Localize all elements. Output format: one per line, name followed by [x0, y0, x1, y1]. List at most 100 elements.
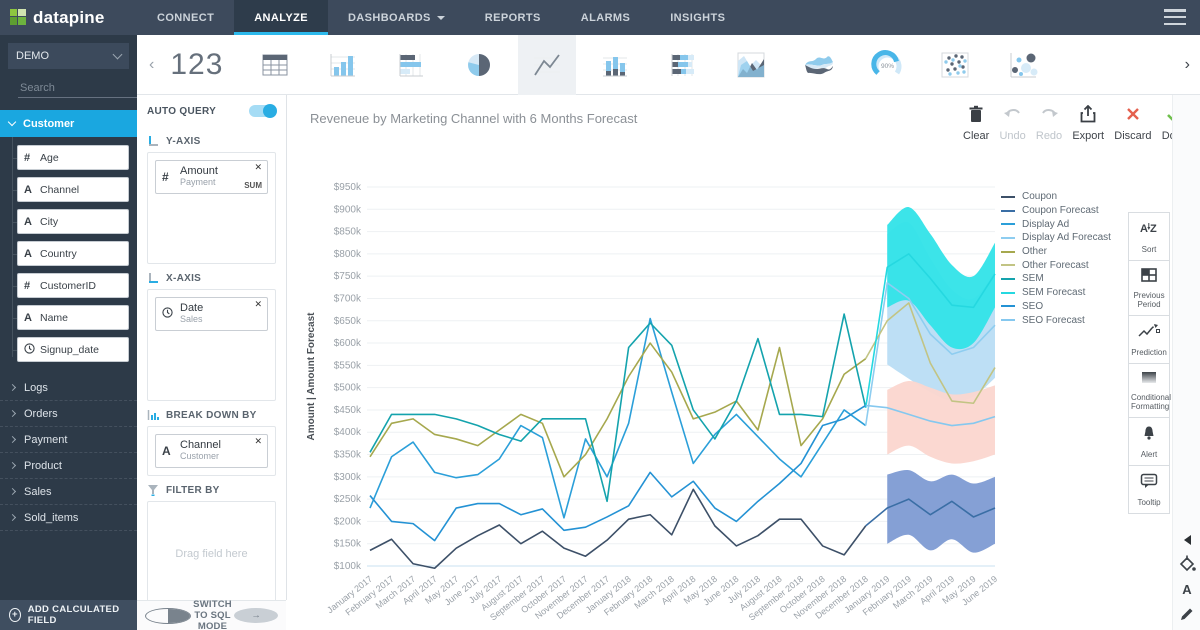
sidebar-item-customer[interactable]: Customer — [0, 110, 137, 137]
undo-button[interactable]: Undo — [999, 105, 1025, 142]
scatter-plot-icon — [938, 48, 972, 82]
y-tick-label: $650k — [334, 316, 362, 327]
field-chip-signup_date[interactable]: Signup_date — [17, 337, 129, 362]
prediction-tool[interactable]: Prediction — [1128, 316, 1170, 364]
aggregation-badge[interactable]: SUM — [244, 181, 262, 190]
legend-item-other[interactable]: Other — [1001, 245, 1111, 259]
clear-button[interactable]: Clear — [963, 105, 989, 142]
collapse-left-icon[interactable] — [1184, 535, 1191, 545]
legend-item-sem-forecast[interactable]: SEM Forecast — [1001, 286, 1111, 300]
chart-type-stacked-bar[interactable] — [654, 35, 712, 95]
field-chip-name[interactable]: AName — [17, 305, 129, 330]
remove-chip-icon[interactable]: ✕ — [254, 163, 262, 172]
conditional-formatting-icon — [1141, 371, 1157, 388]
chart-type-column[interactable] — [314, 35, 372, 95]
chart-type-line[interactable] — [518, 35, 576, 95]
y-tick-label: $850k — [334, 227, 362, 238]
text-field-icon: A — [24, 312, 40, 324]
caret-down-icon — [437, 16, 445, 20]
text-field-icon: A — [24, 216, 40, 228]
nav-item-alarms[interactable]: ALARMS — [561, 0, 650, 35]
y-tick-label: $950k — [334, 182, 362, 193]
field-chip-city[interactable]: ACity — [17, 209, 129, 234]
chart-type-bar[interactable] — [382, 35, 440, 95]
chart-type-area[interactable] — [722, 35, 780, 95]
legend-item-display-ad-forecast[interactable]: Display Ad Forecast — [1001, 231, 1111, 245]
auto-query-toggle[interactable] — [249, 105, 276, 117]
field-chip-country[interactable]: ACountry — [17, 241, 129, 266]
x-axis-field-chip[interactable]: Date Sales ✕ — [155, 297, 268, 331]
export-button[interactable]: Export — [1072, 105, 1104, 142]
x-axis-dropzone[interactable]: Date Sales ✕ — [147, 289, 276, 401]
field-chip-age[interactable]: #Age — [17, 145, 129, 170]
text-field-icon: A — [162, 444, 180, 458]
sort-tool[interactable]: AZSort — [1128, 212, 1170, 261]
datasource-select[interactable]: DEMO — [8, 43, 129, 69]
y-axis-field-chip[interactable]: # Amount Payment ✕ SUM — [155, 160, 268, 194]
legend-item-coupon-forecast[interactable]: Coupon Forecast — [1001, 204, 1111, 218]
chart-type-table[interactable] — [246, 35, 304, 95]
remove-chip-icon[interactable]: ✕ — [254, 437, 262, 446]
brand[interactable]: datapine — [0, 0, 137, 35]
nav-item-reports[interactable]: REPORTS — [465, 0, 561, 35]
y-axis-dropzone[interactable]: # Amount Payment ✕ SUM — [147, 152, 276, 264]
discard-x-icon — [1125, 105, 1141, 128]
y-tick-label: $100k — [334, 561, 362, 572]
svg-text:A: A — [1140, 223, 1148, 235]
nav-item-connect[interactable]: CONNECT — [137, 0, 234, 35]
legend-swatch — [1001, 237, 1015, 239]
alert-tool[interactable]: Alert — [1128, 418, 1170, 466]
filter-dropzone[interactable]: Drag field here — [147, 501, 276, 607]
sidebar-item-product[interactable]: Product — [0, 453, 137, 479]
remove-chip-icon[interactable]: ✕ — [254, 300, 262, 309]
previous-period-tool[interactable]: Previous Period — [1128, 261, 1170, 316]
redo-button[interactable]: Redo — [1036, 105, 1062, 142]
sidebar-item-logs[interactable]: Logs — [0, 375, 137, 401]
switch-to-sql-button[interactable]: SWITCH TO SQL MODE — [191, 599, 235, 630]
legend-item-display-ad[interactable]: Display Ad — [1001, 217, 1111, 231]
edit-pencil-icon[interactable] — [1179, 606, 1195, 622]
add-calculated-field-button[interactable]: + ADD CALCULATED FIELD — [0, 600, 137, 630]
customer-field-list: #Age AChannel ACity ACountry #CustomerID ANam… — [0, 137, 137, 375]
search-row — [10, 79, 129, 98]
nav-menu: CONNECT ANALYZE DASHBOARDS REPORTS ALARM… — [137, 0, 745, 35]
breakdown-field-chip[interactable]: A Channel Customer ✕ — [155, 434, 268, 468]
text-style-icon[interactable]: A — [1182, 583, 1191, 596]
hamburger-menu-icon[interactable] — [1164, 9, 1186, 25]
arrow-right-icon[interactable]: → — [234, 608, 278, 623]
chart-type-gauge[interactable]: 90% — [858, 35, 916, 95]
chart-type-scatter[interactable] — [926, 35, 984, 95]
query-builder-panel: AUTO QUERY Y-AXIS # Amount Payment ✕ SUM… — [137, 95, 287, 600]
chart-type-number[interactable]: 123 — [162, 48, 241, 82]
discard-button[interactable]: Discard — [1114, 105, 1151, 142]
contrast-icon[interactable] — [145, 608, 191, 624]
chart-type-bubble[interactable] — [994, 35, 1052, 95]
legend-item-other-forecast[interactable]: Other Forecast — [1001, 258, 1111, 272]
chart-type-stream[interactable] — [790, 35, 848, 95]
filter-section-label: FILTER BY — [137, 476, 286, 501]
nav-item-dashboards[interactable]: DASHBOARDS — [328, 0, 465, 35]
sidebar-item-orders[interactable]: Orders — [0, 401, 137, 427]
field-chip-channel[interactable]: AChannel — [17, 177, 129, 202]
chart-types-scroll-right-icon[interactable]: › — [1175, 56, 1200, 74]
conditional-formatting-tool[interactable]: Conditional Formatting — [1128, 364, 1170, 418]
fill-color-icon[interactable] — [1178, 555, 1196, 573]
legend-item-coupon[interactable]: Coupon — [1001, 190, 1111, 204]
sidebar-item-sold_items[interactable]: Sold_items — [0, 505, 137, 531]
sidebar-item-payment[interactable]: Payment — [0, 427, 137, 453]
tooltip-tool[interactable]: Tooltip — [1128, 466, 1170, 514]
nav-item-analyze[interactable]: ANALYZE — [234, 0, 328, 35]
legend-item-seo-forecast[interactable]: SEO Forecast — [1001, 313, 1111, 327]
breakdown-icon — [147, 409, 159, 421]
chart-type-pie[interactable] — [450, 35, 508, 95]
legend-swatch — [1001, 251, 1015, 253]
chart-types-scroll-left-icon[interactable]: ‹ — [137, 56, 162, 74]
chart-type-stacked-column[interactable] — [586, 35, 644, 95]
sidebar-item-sales[interactable]: Sales — [0, 479, 137, 505]
x-axis-section-label: X-AXIS — [137, 264, 286, 289]
field-chip-customerid[interactable]: #CustomerID — [17, 273, 129, 298]
legend-item-sem[interactable]: SEM — [1001, 272, 1111, 286]
nav-item-insights[interactable]: INSIGHTS — [650, 0, 745, 35]
breakdown-dropzone[interactable]: A Channel Customer ✕ — [147, 426, 276, 476]
legend-item-seo[interactable]: SEO — [1001, 300, 1111, 314]
